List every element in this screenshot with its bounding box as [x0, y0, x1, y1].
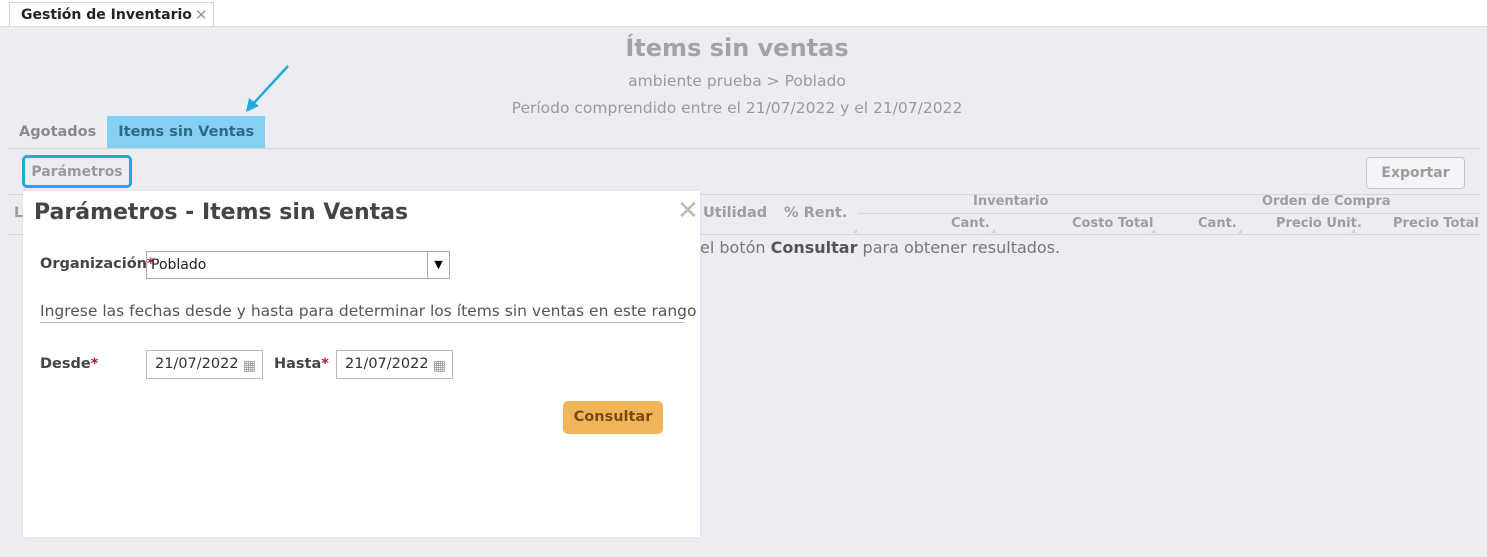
required-mark: *	[321, 356, 329, 372]
sort-caret-icon	[991, 229, 995, 233]
group-header-orden-compra: Orden de Compra	[1262, 194, 1391, 209]
hint-text-start: el botón	[700, 238, 771, 257]
group-header-inventario: Inventario	[973, 194, 1049, 209]
desde-date-value: 21/07/2022	[155, 356, 239, 372]
date-range-instructions: Ingrese las fechas desde y hasta para de…	[40, 302, 697, 320]
desde-date-input[interactable]: 21/07/2022 ▦	[146, 350, 263, 379]
chevron-down-icon[interactable]: ▼	[427, 252, 449, 278]
column-header-cant-inventario[interactable]: Cant.	[951, 216, 990, 231]
organization-label: Organización*	[40, 256, 155, 272]
sort-caret-icon	[853, 229, 857, 233]
parameters-button[interactable]: Parámetros	[22, 155, 132, 188]
calendar-icon[interactable]: ▦	[433, 353, 446, 380]
instructions-divider	[40, 322, 684, 323]
column-header-cant-orden[interactable]: Cant.	[1198, 216, 1237, 231]
sort-caret-icon	[1238, 229, 1242, 233]
hint-text-bold: Consultar	[770, 238, 858, 257]
hasta-label: Hasta*	[274, 356, 329, 372]
column-header-utilidad[interactable]: Utilidad	[703, 205, 767, 221]
calendar-icon[interactable]: ▦	[243, 353, 256, 380]
desde-label-text: Desde	[40, 356, 91, 372]
hasta-label-text: Hasta	[274, 356, 322, 372]
close-icon[interactable]: ✕	[677, 198, 699, 224]
tab-agotados[interactable]: Agotados	[8, 116, 107, 149]
tab-items-sin-ventas[interactable]: Items sin Ventas	[107, 116, 266, 149]
hasta-date-value: 21/07/2022	[345, 356, 429, 372]
column-header-partial: L	[14, 205, 24, 221]
hasta-date-input[interactable]: 21/07/2022 ▦	[336, 350, 453, 379]
modal-title: Parámetros - Items sin Ventas	[34, 200, 409, 225]
organization-value: Poblado	[151, 257, 207, 273]
organization-select[interactable]: Poblado ▼	[146, 251, 450, 279]
column-header-costo-total[interactable]: Costo Total	[1072, 216, 1153, 231]
organization-label-text: Organización	[40, 256, 148, 272]
hint-text-end: para obtener resultados.	[857, 238, 1061, 257]
column-header-precio-unit[interactable]: Precio Unit.	[1276, 216, 1362, 231]
required-mark: *	[90, 356, 99, 372]
group-header-line	[858, 213, 1479, 214]
parameters-modal: Parámetros - Items sin Ventas ✕ Organiza…	[23, 191, 700, 537]
consultar-button[interactable]: Consultar	[563, 401, 663, 434]
sort-caret-icon	[1151, 229, 1155, 233]
annotation-arrow-icon	[246, 65, 289, 112]
tabs-divider	[8, 148, 1479, 149]
empty-results-hint: el botón Consultar para obtener resultad…	[700, 238, 1060, 257]
desde-label: Desde*	[40, 356, 98, 372]
sort-caret-icon	[1351, 229, 1355, 233]
column-header-precio-total[interactable]: Precio Total	[1393, 216, 1479, 231]
export-button[interactable]: Exportar	[1366, 157, 1465, 189]
report-tabs: Agotados Items sin Ventas	[8, 116, 266, 149]
column-header-rent[interactable]: % Rent.	[784, 205, 847, 221]
